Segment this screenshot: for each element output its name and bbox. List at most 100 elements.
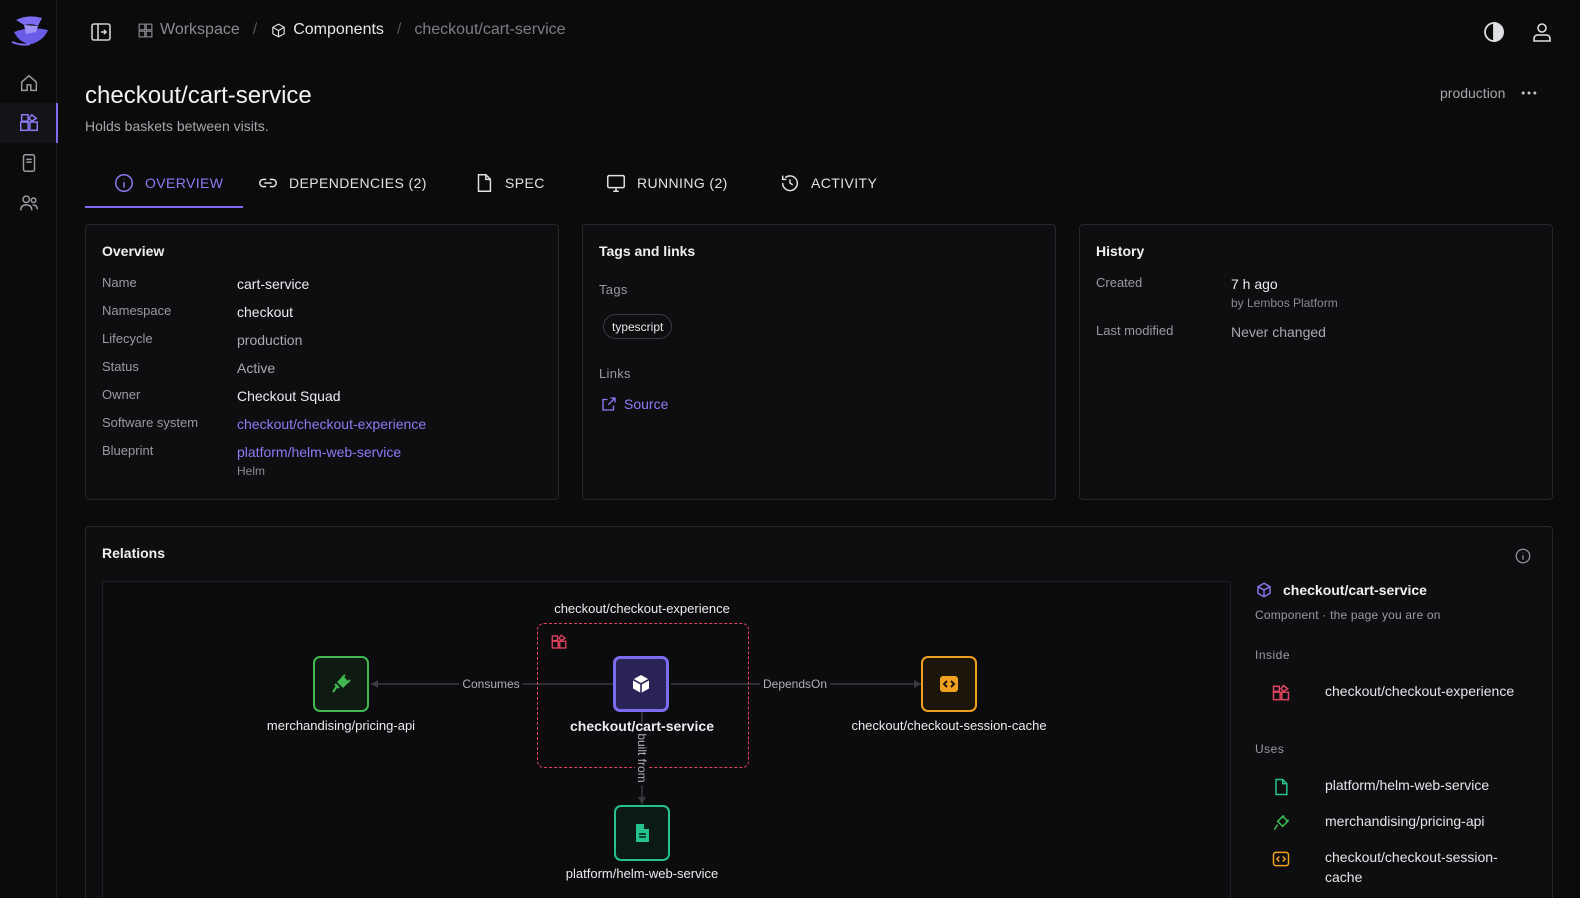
tab-spec[interactable]: SPEC [457, 158, 591, 208]
tab-activity[interactable]: ACTIVITY [763, 158, 903, 208]
nav-components[interactable] [0, 103, 58, 143]
breadcrumb-label: Workspace [160, 21, 240, 38]
uses-item[interactable]: merchandising/pricing-api [1271, 811, 1535, 833]
history-card: History Created 7 h ago by Lembos Platfo… [1079, 224, 1553, 500]
tab-overview[interactable]: OVERVIEW [85, 158, 243, 208]
uses-item[interactable]: platform/helm-web-service [1271, 775, 1535, 797]
edge-label-depends: DependsOn [759, 677, 831, 691]
breadcrumb: Workspace / Components / checkout/cart-s… [137, 21, 566, 39]
uses-item-label: platform/helm-web-service [1325, 777, 1490, 793]
field-label: Status [102, 359, 139, 374]
tab-label: OVERVIEW [145, 175, 224, 191]
user-menu-button[interactable] [1530, 20, 1554, 49]
more-actions-button[interactable] [1518, 82, 1540, 104]
created-value: 7 h ago [1231, 276, 1278, 292]
user-icon [1533, 23, 1551, 42]
system-group-label: checkout/checkout-experience [554, 601, 730, 616]
tab-label: DEPENDENCIES (2) [289, 175, 427, 191]
sidebar [0, 0, 58, 898]
uses-item-label: merchandising/pricing-api [1325, 813, 1485, 829]
software-system-link[interactable]: checkout/checkout-experience [237, 416, 426, 432]
field-value-status: Active [237, 360, 276, 376]
tab-running[interactable]: RUNNING (2) [591, 158, 763, 208]
modified-value: Never changed [1231, 324, 1326, 340]
breadcrumb-current: checkout/cart-service [414, 21, 565, 39]
field-value-lifecycle: production [237, 332, 303, 348]
edge-label-built-from: built from [635, 730, 649, 786]
breadcrumb-label: checkout/cart-service [414, 21, 566, 38]
workspace-icon [138, 23, 153, 37]
nav-teams[interactable] [0, 183, 57, 223]
panel-toggle-button[interactable] [89, 20, 113, 44]
app-logo[interactable] [10, 14, 50, 48]
edge-label-consumes: Consumes [459, 677, 523, 691]
tab-label: RUNNING (2) [637, 175, 728, 191]
card-title: Tags and links [599, 243, 696, 259]
link-label: Source [624, 396, 669, 412]
relations-card: Relations checkout/checkout-experience C… [85, 526, 1553, 898]
field-label: Name [102, 275, 137, 290]
node-label: platform/helm-web-service [565, 866, 719, 881]
document-icon [477, 174, 492, 192]
nav-resources[interactable] [0, 143, 57, 183]
card-title: History [1096, 243, 1145, 259]
selected-subtitle: Component · the page you are on [1255, 608, 1441, 622]
cube-icon [1257, 582, 1271, 598]
relations-graph[interactable]: checkout/checkout-experience Consumes De… [102, 581, 1231, 898]
breadcrumb-separator: / [396, 21, 402, 38]
more-horizontal-icon [1521, 91, 1537, 95]
node-cart-service[interactable] [613, 656, 669, 712]
inside-item[interactable]: checkout/checkout-experience [1271, 681, 1535, 703]
nav-home[interactable] [0, 63, 57, 103]
page-title: checkout/cart-service [85, 82, 312, 109]
info-icon [1515, 548, 1531, 564]
field-value-owner: Checkout Squad [237, 388, 341, 404]
tag-chip[interactable]: typescript [603, 314, 673, 339]
tab-dependencies[interactable]: DEPENDENCIES (2) [243, 158, 457, 208]
tab-label: ACTIVITY [811, 175, 878, 191]
field-label: Software system [102, 415, 199, 430]
card-title: Relations [102, 545, 166, 561]
theme-toggle-button[interactable] [1482, 20, 1506, 49]
node-label: checkout/cart-service [570, 718, 714, 734]
inside-item-label: checkout/checkout-experience [1325, 683, 1515, 699]
field-label: Last modified [1096, 323, 1174, 338]
uses-item[interactable]: checkout/checkout-session-cache [1271, 847, 1535, 887]
tab-label: SPEC [505, 175, 545, 191]
system-icon [550, 633, 568, 651]
created-by: by Lembos Platform [1231, 296, 1338, 310]
plug-icon [1273, 814, 1290, 831]
users-icon [19, 195, 38, 211]
node-helm-web-service[interactable] [614, 805, 670, 861]
blueprint-link[interactable]: platform/helm-web-service [237, 444, 401, 460]
relations-info-button[interactable] [1514, 547, 1532, 565]
selected-title-label: checkout/cart-service [1283, 582, 1427, 598]
code-icon [1272, 851, 1290, 867]
tags-label: Tags [599, 282, 628, 297]
lifecycle-label: production [1440, 85, 1506, 101]
links-label: Links [599, 366, 631, 381]
code-icon [940, 676, 958, 692]
plug-icon [332, 674, 351, 693]
info-icon [115, 174, 133, 192]
document-icon [636, 824, 649, 842]
field-label: Created [1096, 275, 1143, 290]
system-icon [1272, 684, 1290, 701]
inside-label: Inside [1255, 648, 1291, 662]
breadcrumb-components[interactable]: Components [270, 21, 384, 39]
external-link-icon [602, 397, 616, 411]
cube-icon [632, 675, 650, 693]
breadcrumb-workspace[interactable]: Workspace [137, 21, 240, 39]
overview-card: Overview Name cart-service Namespace che… [85, 224, 559, 500]
contrast-icon [1484, 22, 1504, 42]
field-value-namespace: checkout [237, 304, 294, 320]
sidebar-toggle-icon [91, 23, 111, 41]
cube-icon [272, 22, 285, 38]
page-subtitle: Holds baskets between visits. [85, 118, 269, 134]
source-link[interactable]: Source [600, 395, 668, 413]
field-value-name: cart-service [237, 276, 310, 292]
node-session-cache[interactable] [921, 656, 977, 712]
card-title: Overview [102, 243, 165, 259]
node-label: checkout/checkout-session-cache [851, 718, 1047, 733]
node-pricing-api[interactable] [313, 656, 369, 712]
